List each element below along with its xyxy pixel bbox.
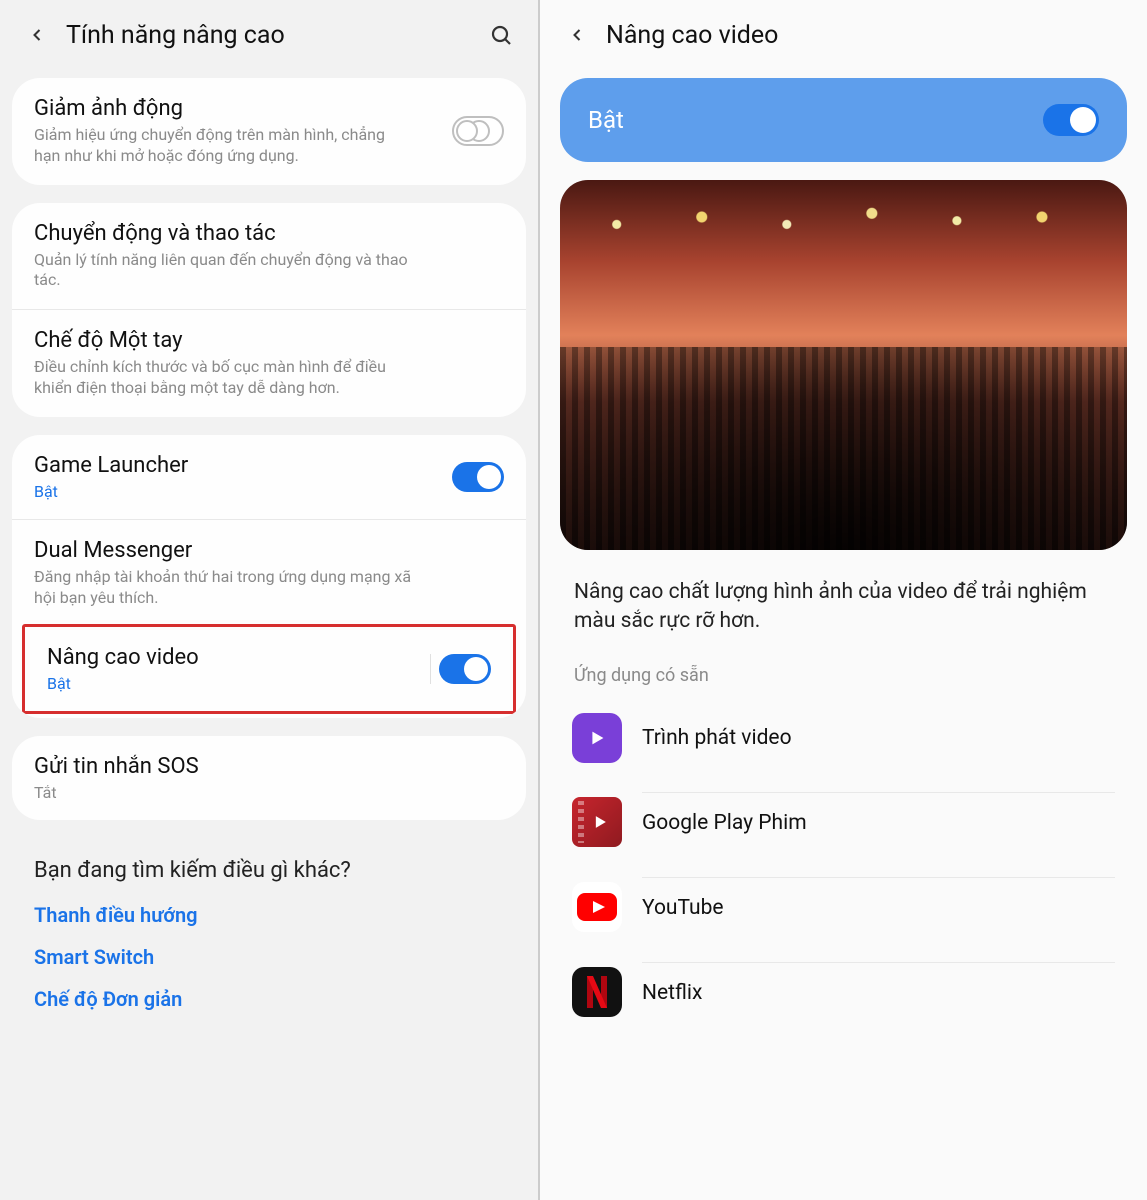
master-toggle[interactable] — [1043, 104, 1099, 136]
row-video-enhancer[interactable]: Nâng cao video Bật — [25, 629, 513, 709]
app-row-videoplayer[interactable]: Trình phát video — [562, 696, 1125, 780]
row-sos[interactable]: Gửi tin nhắn SOS Tắt — [12, 736, 526, 820]
page-title: Nâng cao video — [606, 21, 1127, 50]
toggle-reduce-motion[interactable] — [452, 116, 504, 146]
app-row-netflix[interactable]: Netflix — [562, 950, 1125, 1035]
app-name: Netflix — [642, 981, 1115, 1005]
row-title: Nâng cao video — [47, 645, 491, 670]
back-button[interactable] — [560, 18, 594, 52]
row-title: Game Launcher — [34, 453, 504, 478]
card-reduce-motion: Giảm ảnh động Giảm hiệu ứng chuyển động … — [12, 78, 526, 185]
highlight-video-enhancer: Nâng cao video Bật — [22, 624, 516, 714]
header-left: Tính năng nâng cao — [0, 0, 538, 78]
netflix-icon — [572, 967, 622, 1017]
row-dual-messenger[interactable]: Dual Messenger Đăng nhập tài khoản thứ h… — [12, 519, 526, 627]
preview-image — [560, 180, 1127, 550]
app-row-youtube[interactable]: YouTube — [562, 865, 1125, 950]
row-sub: Điều chỉnh kích thước và bố cục màn hình… — [34, 357, 414, 399]
master-toggle-card[interactable]: Bật — [560, 78, 1127, 162]
row-sub: Giảm hiệu ứng chuyển động trên màn hình,… — [34, 125, 414, 167]
card-game-dual-video: Game Launcher Bật Dual Messenger Đăng nh… — [12, 435, 526, 719]
videoplayer-icon — [572, 713, 622, 763]
link-navbar[interactable]: Thanh điều hướng — [34, 903, 504, 927]
header-right: Nâng cao video — [540, 0, 1147, 78]
toggle-video-enhancer[interactable] — [439, 654, 491, 684]
row-status: Bật — [34, 482, 504, 501]
card-motions-onehand: Chuyển động và thao tác Quản lý tính năn… — [12, 203, 526, 417]
page-title: Tính năng nâng cao — [66, 21, 484, 50]
app-row-playmovies[interactable]: Google Play Phim — [562, 780, 1125, 865]
row-status: Bật — [47, 674, 491, 693]
row-status: Tắt — [34, 783, 504, 802]
divider — [430, 654, 431, 684]
toggle-game-launcher[interactable] — [452, 462, 504, 492]
row-title: Gửi tin nhắn SOS — [34, 754, 504, 779]
row-sub: Quản lý tính năng liên quan đến chuyển đ… — [34, 250, 414, 292]
search-more-title: Bạn đang tìm kiếm điều gì khác? — [34, 858, 504, 883]
row-title: Chuyển động và thao tác — [34, 221, 504, 246]
row-sub: Đăng nhập tài khoản thứ hai trong ứng dụ… — [34, 567, 414, 609]
youtube-icon — [572, 882, 622, 932]
app-name: YouTube — [642, 896, 1115, 920]
chevron-left-icon — [567, 25, 587, 45]
row-onehand[interactable]: Chế độ Một tay Điều chỉnh kích thước và … — [12, 309, 526, 417]
master-toggle-label: Bật — [588, 106, 624, 134]
row-game-launcher[interactable]: Game Launcher Bật — [12, 435, 526, 519]
chevron-left-icon — [27, 25, 47, 45]
row-motions[interactable]: Chuyển động và thao tác Quản lý tính năn… — [12, 203, 526, 310]
search-button[interactable] — [484, 18, 518, 52]
link-easy-mode[interactable]: Chế độ Đơn giản — [34, 987, 504, 1011]
app-list: Trình phát video Google Play Phim YouTub… — [540, 696, 1147, 1035]
card-search-more: Bạn đang tìm kiếm điều gì khác? Thanh đi… — [12, 838, 526, 1059]
apps-section-label: Ứng dụng có sẵn — [540, 661, 1147, 696]
description: Nâng cao chất lượng hình ảnh của video đ… — [540, 568, 1147, 661]
card-sos: Gửi tin nhắn SOS Tắt — [12, 736, 526, 820]
row-title: Dual Messenger — [34, 538, 504, 563]
row-reduce-motion[interactable]: Giảm ảnh động Giảm hiệu ứng chuyển động … — [12, 78, 526, 185]
back-button[interactable] — [20, 18, 54, 52]
search-icon — [489, 23, 513, 47]
link-smart-switch[interactable]: Smart Switch — [34, 945, 504, 969]
app-name: Trình phát video — [642, 726, 1115, 750]
playmovies-icon — [572, 797, 622, 847]
row-title: Chế độ Một tay — [34, 328, 504, 353]
row-title: Giảm ảnh động — [34, 96, 504, 121]
app-name: Google Play Phim — [642, 811, 1115, 835]
